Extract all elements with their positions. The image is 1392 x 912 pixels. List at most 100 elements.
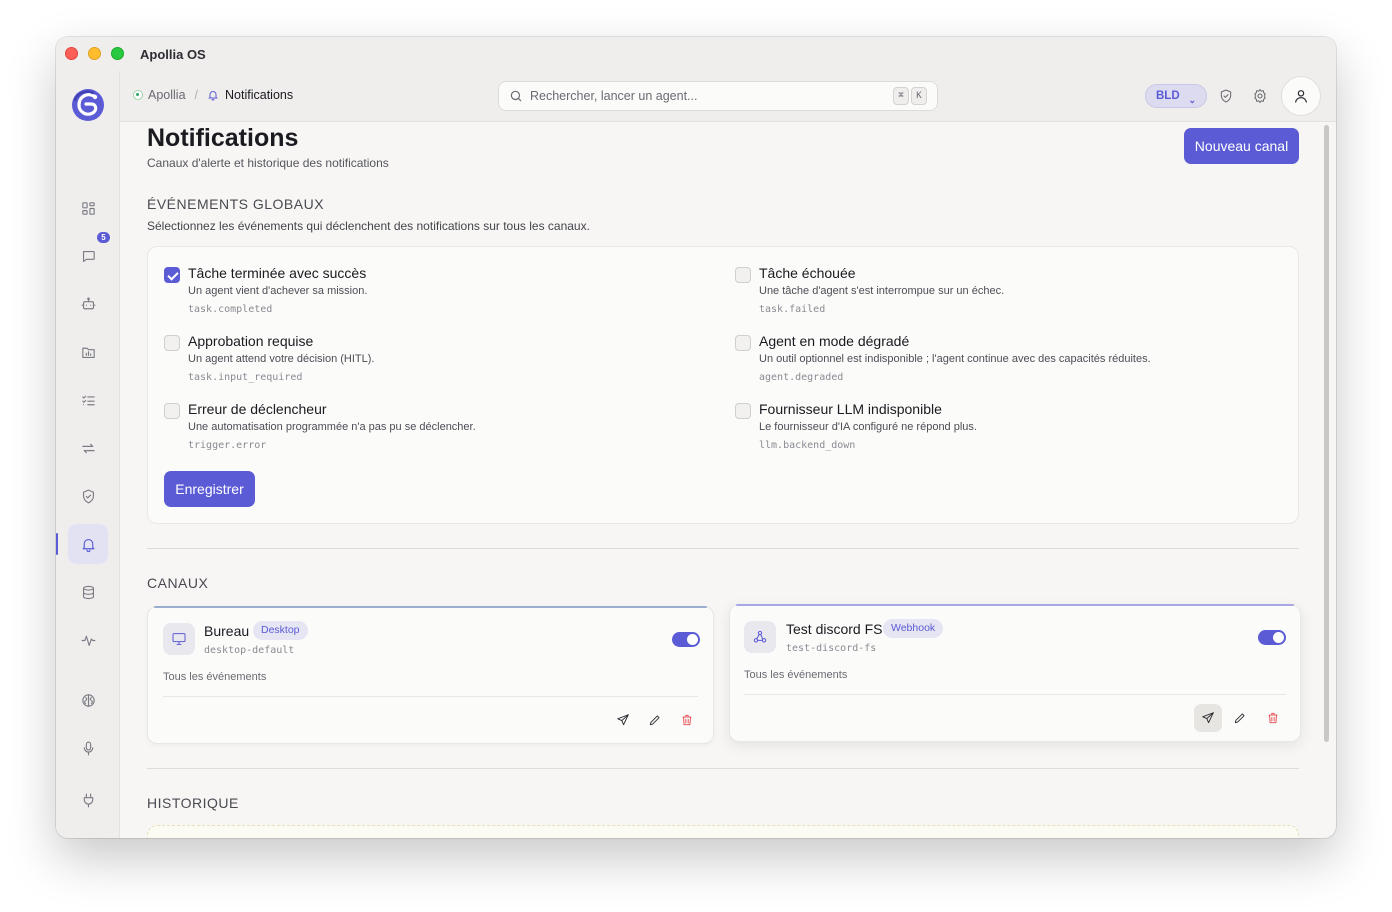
sidebar-item-voice[interactable]	[68, 728, 108, 768]
sidebar-item-activity[interactable]	[68, 620, 108, 660]
online-status-icon	[133, 90, 143, 100]
event-checkbox[interactable]	[164, 335, 180, 351]
sidebar-item-tasks[interactable]	[68, 380, 108, 420]
event-description: Un agent vient d'achever sa mission.	[188, 285, 368, 297]
security-status-button[interactable]	[1218, 88, 1234, 104]
breadcrumb: Apollia / Notifications	[133, 88, 293, 102]
apollia-logo[interactable]	[71, 88, 105, 122]
history-title: HISTORIQUE	[147, 795, 239, 811]
settings-button[interactable]	[1252, 88, 1268, 104]
search-icon	[510, 90, 522, 102]
event-title: Approbation requise	[188, 333, 314, 349]
close-window-button[interactable]	[65, 47, 78, 60]
sidebar-item-database[interactable]	[68, 572, 108, 612]
event-title: Erreur de déclencheur	[188, 401, 327, 417]
event-description: Un outil optionnel est indisponible ; l'…	[759, 353, 1151, 365]
event-checkbox[interactable]	[735, 267, 751, 283]
channel-name: Test discord FS	[786, 621, 883, 637]
edit-channel-button[interactable]	[641, 706, 669, 734]
channel-accent-line	[154, 606, 707, 608]
minimize-window-button[interactable]	[88, 47, 101, 60]
user-avatar-button[interactable]	[1281, 76, 1321, 116]
repeat-icon	[81, 443, 95, 453]
delete-channel-button[interactable]	[673, 706, 701, 734]
channel-type-badge: Desktop	[253, 621, 308, 640]
breadcrumb-root[interactable]: Apollia	[148, 88, 186, 102]
channel-enabled-toggle[interactable]	[1258, 630, 1286, 645]
window-title: Apollia OS	[140, 47, 206, 62]
breadcrumb-current: Notifications	[225, 88, 294, 102]
monitor-icon	[172, 633, 186, 645]
maximize-window-button[interactable]	[111, 47, 124, 60]
channel-type-badge: Webhook	[883, 619, 944, 638]
webhook-icon	[753, 630, 767, 643]
event-checkbox[interactable]	[164, 403, 180, 419]
channel-id: test-discord-fs	[786, 643, 877, 654]
event-code: trigger.error	[188, 440, 267, 451]
event-description: Une tâche d'agent s'est interrompue sur …	[759, 285, 1005, 297]
event-agent-degraded[interactable]: Agent en mode dégradé Un outil optionnel…	[735, 332, 1275, 396]
sidebar-item-integrations[interactable]	[68, 780, 108, 820]
sidebar-item-agents[interactable]	[68, 284, 108, 324]
event-title: Fournisseur LLM indisponible	[759, 401, 942, 417]
page-title: Notifications	[147, 124, 299, 152]
shortcut-key-k: K	[911, 87, 927, 105]
event-task-input-required[interactable]: Approbation requise Un agent attend votr…	[164, 332, 704, 396]
channel-enabled-toggle[interactable]	[672, 632, 700, 647]
grid-icon	[81, 201, 95, 215]
search-placeholder: Rechercher, lancer un agent...	[530, 89, 698, 103]
event-checkbox[interactable]	[164, 267, 180, 283]
channel-icon-box	[744, 621, 776, 653]
sidebar-item-security[interactable]	[68, 476, 108, 516]
edit-channel-button[interactable]	[1226, 704, 1254, 732]
event-task-completed[interactable]: Tâche terminée avec succès Un agent vien…	[164, 264, 704, 328]
chat-count-badge: 5	[97, 232, 110, 243]
pencil-icon	[649, 715, 660, 726]
sidebar-item-settings[interactable]	[68, 828, 108, 838]
save-button[interactable]: Enregistrer	[164, 471, 255, 507]
event-code: llm.backend_down	[759, 440, 856, 451]
microphone-icon	[83, 741, 93, 755]
event-title: Agent en mode dégradé	[759, 333, 910, 349]
global-events-description: Sélectionnez les événements qui déclench…	[147, 219, 590, 233]
event-description: Le fournisseur d'IA configuré ne répond …	[759, 421, 977, 433]
new-channel-button[interactable]: Nouveau canal	[1184, 128, 1299, 164]
main-content: Notifications Canaux d'alerte et histori…	[120, 122, 1336, 838]
sidebar-item-models[interactable]	[68, 680, 108, 720]
sidebar-item-projects[interactable]	[68, 332, 108, 372]
event-title: Tâche échouée	[759, 265, 856, 281]
event-trigger-error[interactable]: Erreur de déclencheur Une automatisation…	[164, 400, 704, 464]
global-events-card: Tâche terminée avec succès Un agent vien…	[147, 246, 1299, 524]
pencil-icon	[1234, 713, 1245, 724]
main-scrollbar[interactable]	[1324, 125, 1329, 742]
user-icon	[1295, 90, 1307, 103]
test-channel-button[interactable]	[609, 706, 637, 734]
activity-icon	[81, 635, 95, 646]
app-window: Apollia OS 5 Apollia / Notifications Rec…	[56, 37, 1336, 838]
event-checkbox[interactable]	[735, 335, 751, 351]
event-llm-backend-down[interactable]: Fournisseur LLM indisponible Le fourniss…	[735, 400, 1275, 464]
channel-icon-box	[163, 623, 195, 655]
trash-icon	[1268, 712, 1278, 724]
shortcut-key-cmd: ⌘	[893, 87, 909, 105]
event-title: Tâche terminée avec succès	[188, 265, 367, 281]
event-task-failed[interactable]: Tâche échouée Une tâche d'agent s'est in…	[735, 264, 1275, 328]
trash-icon	[682, 714, 692, 726]
test-channel-button[interactable]	[1194, 704, 1222, 732]
chat-icon	[82, 250, 95, 262]
sidebar-item-automations[interactable]	[68, 428, 108, 468]
global-events-title: ÉVÉNEMENTS GLOBAUX	[147, 196, 325, 212]
sidebar-item-dashboard[interactable]	[68, 188, 108, 228]
event-description: Un agent attend votre décision (HITL).	[188, 353, 375, 365]
channel-separator	[163, 696, 698, 697]
delete-channel-button[interactable]	[1259, 704, 1287, 732]
event-checkbox[interactable]	[735, 403, 751, 419]
title-bar: Apollia OS	[56, 37, 1336, 71]
channel-card-desktop: Bureau Desktop desktop-default Tous les …	[147, 606, 714, 744]
bell-icon	[82, 538, 94, 552]
gear-icon	[1254, 89, 1266, 103]
workspace-selector[interactable]: BLD ⌄	[1145, 84, 1207, 108]
sidebar-item-notifications[interactable]	[68, 524, 108, 564]
event-code: task.failed	[759, 304, 826, 315]
search-bar[interactable]: Rechercher, lancer un agent... ⌘ K	[498, 81, 938, 111]
